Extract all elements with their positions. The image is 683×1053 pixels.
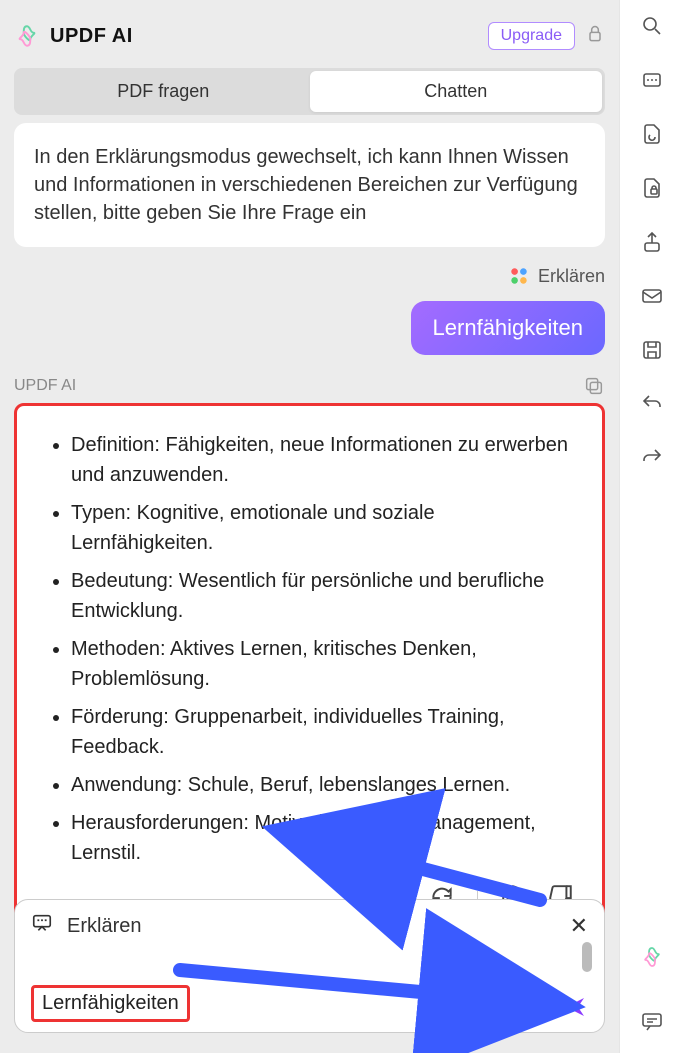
- input-mode-icon: [31, 912, 53, 940]
- mode-indicator: Erklären: [14, 265, 605, 287]
- search-icon[interactable]: [638, 12, 666, 40]
- undo-icon[interactable]: [638, 390, 666, 418]
- ocr-icon[interactable]: [638, 66, 666, 94]
- mail-icon[interactable]: [638, 282, 666, 310]
- page-sync-icon[interactable]: [638, 120, 666, 148]
- input-mode-label: Erklären: [67, 915, 141, 938]
- save-icon[interactable]: [638, 336, 666, 364]
- tab-chatten[interactable]: Chatten: [310, 71, 603, 112]
- mode-dots-icon: [508, 265, 530, 287]
- answer-list: Definition: Fähigkeiten, neue Informatio…: [45, 430, 574, 868]
- answer-item: Herausforderungen: Motivation, Stressman…: [71, 808, 574, 868]
- ai-answer-box: Definition: Fähigkeiten, neue Informatio…: [14, 403, 605, 940]
- system-message: In den Erklärungsmodus gewechselt, ich k…: [14, 123, 605, 247]
- mode-label: Erklären: [538, 266, 605, 287]
- app-title: UPDF AI: [50, 25, 133, 48]
- input-scroll-thumb[interactable]: [582, 942, 592, 972]
- answer-item: Methoden: Aktives Lernen, kritisches Den…: [71, 634, 574, 694]
- answer-item: Definition: Fähigkeiten, neue Informatio…: [71, 430, 574, 490]
- updf-sidebar-logo-icon[interactable]: [638, 943, 666, 971]
- updf-logo-icon: [14, 23, 40, 49]
- tab-pdf-fragen[interactable]: PDF fragen: [17, 71, 310, 112]
- chat-input[interactable]: Lernfähigkeiten: [31, 985, 190, 1022]
- share-icon[interactable]: [638, 228, 666, 256]
- copy-icon[interactable]: [583, 375, 605, 397]
- send-button[interactable]: [562, 994, 588, 1020]
- page-lock-icon[interactable]: [638, 174, 666, 202]
- close-input-mode-icon[interactable]: ✕: [570, 913, 588, 939]
- input-panel: Erklären ✕ Lernfähigkeiten: [14, 899, 605, 1033]
- lock-icon[interactable]: [585, 24, 605, 48]
- ai-label: UPDF AI: [14, 377, 76, 395]
- redo-icon[interactable]: [638, 444, 666, 472]
- upgrade-button[interactable]: Upgrade: [488, 22, 575, 50]
- answer-item: Förderung: Gruppenarbeit, individuelles …: [71, 702, 574, 762]
- app-header: UPDF AI Upgrade: [0, 0, 619, 60]
- right-sidebar: [619, 0, 683, 1053]
- comments-icon[interactable]: [638, 1007, 666, 1035]
- answer-item: Bedeutung: Wesentlich für persönliche un…: [71, 566, 574, 626]
- user-message-bubble: Lernfähigkeiten: [411, 301, 605, 355]
- answer-item: Anwendung: Schule, Beruf, lebenslanges L…: [71, 770, 574, 800]
- mode-tabs: PDF fragen Chatten: [14, 68, 605, 115]
- answer-item: Typen: Kognitive, emotionale und soziale…: [71, 498, 574, 558]
